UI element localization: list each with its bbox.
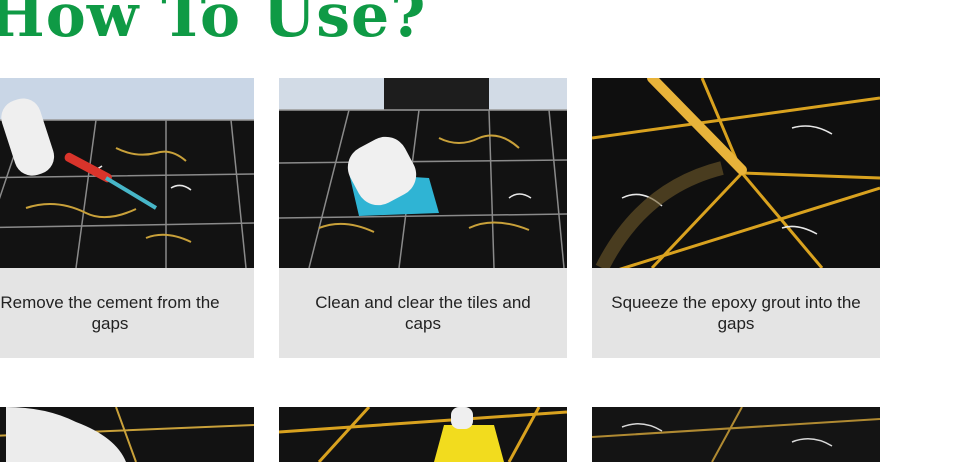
step-photo-4 <box>0 407 254 462</box>
step-caption-1: Remove the cement from the gaps <box>0 268 254 358</box>
step-caption-2: Clean and clear the tiles and caps <box>279 268 567 358</box>
step-photo-1 <box>0 78 254 268</box>
step-photo-2 <box>279 78 567 268</box>
yellow-scraper-icon <box>279 407 567 462</box>
step-photo-6 <box>592 407 880 462</box>
page-title: How To Use? <box>0 0 427 51</box>
step-photo-3 <box>592 78 880 268</box>
grout-nozzle-icon <box>592 78 880 268</box>
step-photo-5 <box>279 407 567 462</box>
step-caption-3: Squeeze the epoxy grout into the gaps <box>592 268 880 358</box>
marble-tile-icon <box>592 407 880 462</box>
scraper-tool-icon <box>0 78 254 268</box>
cleaning-cloth-icon <box>279 78 567 268</box>
gloved-hand-icon <box>0 407 254 462</box>
